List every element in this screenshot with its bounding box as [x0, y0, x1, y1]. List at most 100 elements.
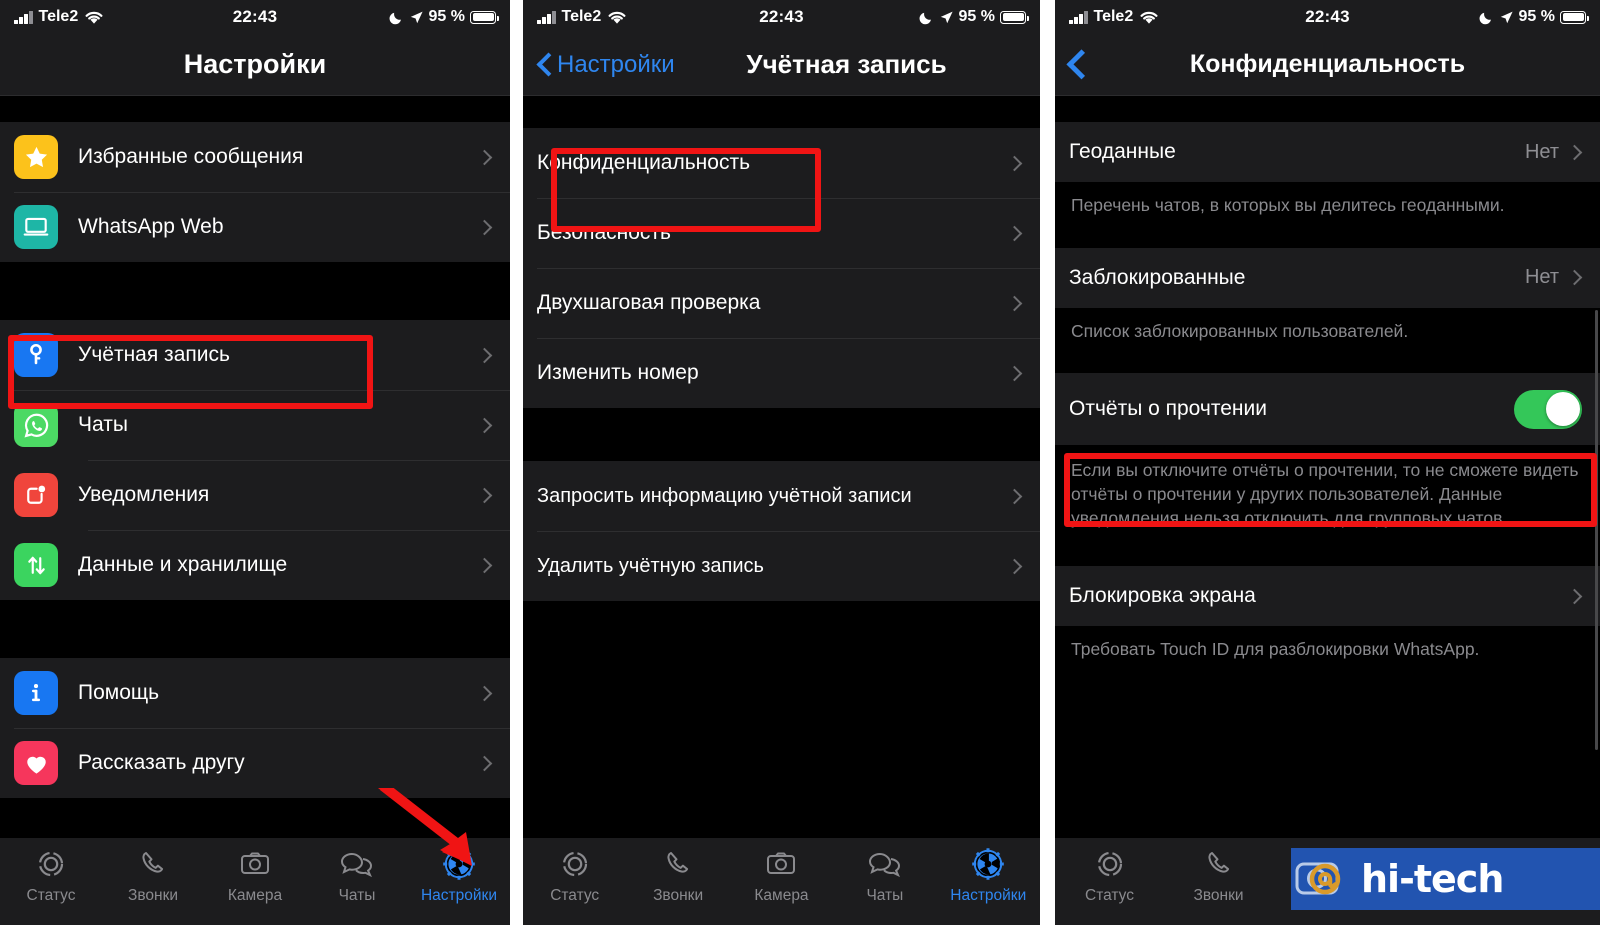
tab-status[interactable]: Статус — [1055, 846, 1164, 905]
list-item[interactable]: Чаты — [0, 390, 510, 460]
list-item-value: Нет — [1524, 266, 1559, 289]
list-item[interactable]: Избранные сообщения — [0, 122, 510, 192]
phone-icon — [1203, 846, 1235, 882]
status-ring-icon — [558, 846, 592, 882]
status-ring-icon — [1093, 846, 1127, 882]
list-item-label: Безопасность — [537, 221, 671, 244]
scrollbar[interactable] — [1595, 310, 1598, 750]
list-item-label: Заблокированные — [1069, 265, 1246, 289]
list-item-read-receipts[interactable]: Отчёты о прочтении — [1055, 373, 1600, 446]
cellular-bars-icon — [1069, 10, 1088, 24]
section-spacer — [0, 262, 510, 320]
status-ring-icon — [34, 846, 68, 882]
back-button[interactable] — [1069, 52, 1084, 78]
tab-label: Звонки — [1193, 887, 1244, 904]
chevron-right-icon — [476, 487, 493, 503]
tab-camera[interactable]: Камера — [730, 846, 833, 905]
section-spacer — [1055, 96, 1600, 122]
star-icon — [14, 135, 58, 179]
list-item-label: Двухшаговая проверка — [537, 291, 761, 314]
list-item-blocked[interactable]: Заблокированные Нет — [1055, 247, 1600, 308]
tab-chats[interactable]: Чаты — [833, 846, 936, 905]
section-spacer — [523, 408, 1040, 461]
list-item[interactable]: WhatsApp Web — [0, 192, 510, 262]
location-arrow-icon — [410, 11, 423, 23]
battery-percent: 95 % — [428, 8, 465, 25]
tab-settings[interactable]: Настройки — [408, 846, 510, 905]
wifi-icon — [608, 11, 626, 24]
battery-percent: 95 % — [958, 8, 995, 25]
status-bar-left: Tele2 — [1069, 8, 1159, 26]
tab-bar-panel1: Статус Звонки Камера Чаты Настройки — [0, 837, 510, 925]
status-bar-left: Tele2 — [537, 8, 627, 26]
tab-calls[interactable]: Звонки — [1164, 846, 1273, 905]
tab-label: Настройки — [950, 887, 1027, 904]
list-item-label: Конфиденциальность — [537, 151, 751, 174]
back-button[interactable]: Настройки — [537, 51, 675, 79]
chevron-right-icon — [1006, 155, 1023, 171]
tab-chats[interactable]: Чаты — [306, 846, 408, 905]
gear-icon — [441, 846, 477, 882]
chevron-right-icon — [1566, 269, 1583, 286]
read-receipts-toggle[interactable] — [1514, 389, 1582, 429]
section-footnote: Перечень чатов, в которых вы делитесь ге… — [1055, 182, 1600, 232]
whatsapp-icon — [14, 403, 58, 447]
list-item-privacy[interactable]: Конфиденциальность — [523, 128, 1040, 198]
tab-camera[interactable]: Камера — [204, 846, 306, 905]
battery-icon — [470, 10, 499, 24]
settings-section-2: Учётная запись Чаты Уведомления Данные и… — [0, 320, 510, 600]
list-item[interactable]: Помощь — [0, 658, 510, 728]
list-item-label: Помощь — [78, 681, 160, 704]
list-item-label: Изменить номер — [537, 361, 699, 384]
chat-bubbles-icon — [339, 846, 375, 882]
wifi-icon — [1140, 11, 1158, 24]
list-item-label: Избранные сообщения — [78, 145, 304, 168]
watermark: hi-tech — [1291, 848, 1600, 910]
list-item[interactable]: Удалить учётную запись — [523, 531, 1040, 601]
tab-label: Камера — [227, 887, 283, 904]
chevron-right-icon — [476, 417, 493, 433]
list-item[interactable]: Данные и хранилище — [0, 530, 510, 600]
section-spacer — [1055, 544, 1600, 567]
section-footnote: Требовать Touch ID для разблокировки Wha… — [1055, 626, 1600, 676]
camera-icon — [238, 846, 272, 882]
list-item-label: Геоданные — [1069, 140, 1176, 163]
cellular-bars-icon — [14, 10, 33, 24]
section-spacer — [0, 96, 510, 122]
tab-calls[interactable]: Звонки — [102, 846, 204, 905]
list-item-value: Нет — [1524, 140, 1559, 163]
chevron-left-icon — [1067, 48, 1086, 81]
nav-bar-panel3: Конфиденциальность — [1055, 34, 1600, 96]
list-item-location[interactable]: Геоданные Нет — [1055, 122, 1600, 182]
location-arrow-icon — [940, 11, 953, 23]
list-item-label: WhatsApp Web — [78, 215, 224, 238]
list-item[interactable]: Безопасность — [523, 198, 1040, 268]
tab-status[interactable]: Статус — [0, 846, 102, 905]
carrier-name: Tele2 — [561, 8, 602, 25]
list-item[interactable]: Уведомления — [0, 460, 510, 530]
notification-icon — [14, 473, 58, 517]
list-item[interactable]: Запросить информацию учётной записи — [523, 461, 1040, 531]
tab-calls[interactable]: Звонки — [626, 846, 729, 905]
list-item-account[interactable]: Учётная запись — [0, 320, 510, 390]
tab-settings[interactable]: Настройки — [937, 846, 1040, 905]
chevron-right-icon — [1566, 144, 1583, 160]
tab-label: Статус — [26, 887, 76, 904]
tab-label: Настройки — [420, 887, 497, 904]
section-footnote: Список заблокированных пользователей. — [1055, 307, 1600, 358]
list-item[interactable]: Двухшаговая проверка — [523, 268, 1040, 338]
tab-status[interactable]: Статус — [523, 846, 626, 905]
chevron-right-icon — [476, 685, 493, 701]
privacy-section-screenlock: Блокировка экрана — [1055, 566, 1600, 627]
back-button-label: Настройки — [557, 50, 675, 78]
list-item[interactable]: Изменить номер — [523, 338, 1040, 408]
page-title: Учётная запись — [746, 49, 947, 79]
list-item-screen-lock[interactable]: Блокировка экрана — [1055, 566, 1600, 627]
tab-label: Звонки — [127, 887, 179, 904]
chevron-right-icon — [476, 755, 493, 771]
section-spacer — [1055, 357, 1600, 374]
tab-label: Статус — [550, 887, 600, 904]
list-item-label: Блокировка экрана — [1069, 584, 1256, 608]
account-section-1: Конфиденциальность Безопасность Двухшаго… — [523, 128, 1040, 408]
list-item[interactable]: Рассказать другу — [0, 728, 510, 798]
